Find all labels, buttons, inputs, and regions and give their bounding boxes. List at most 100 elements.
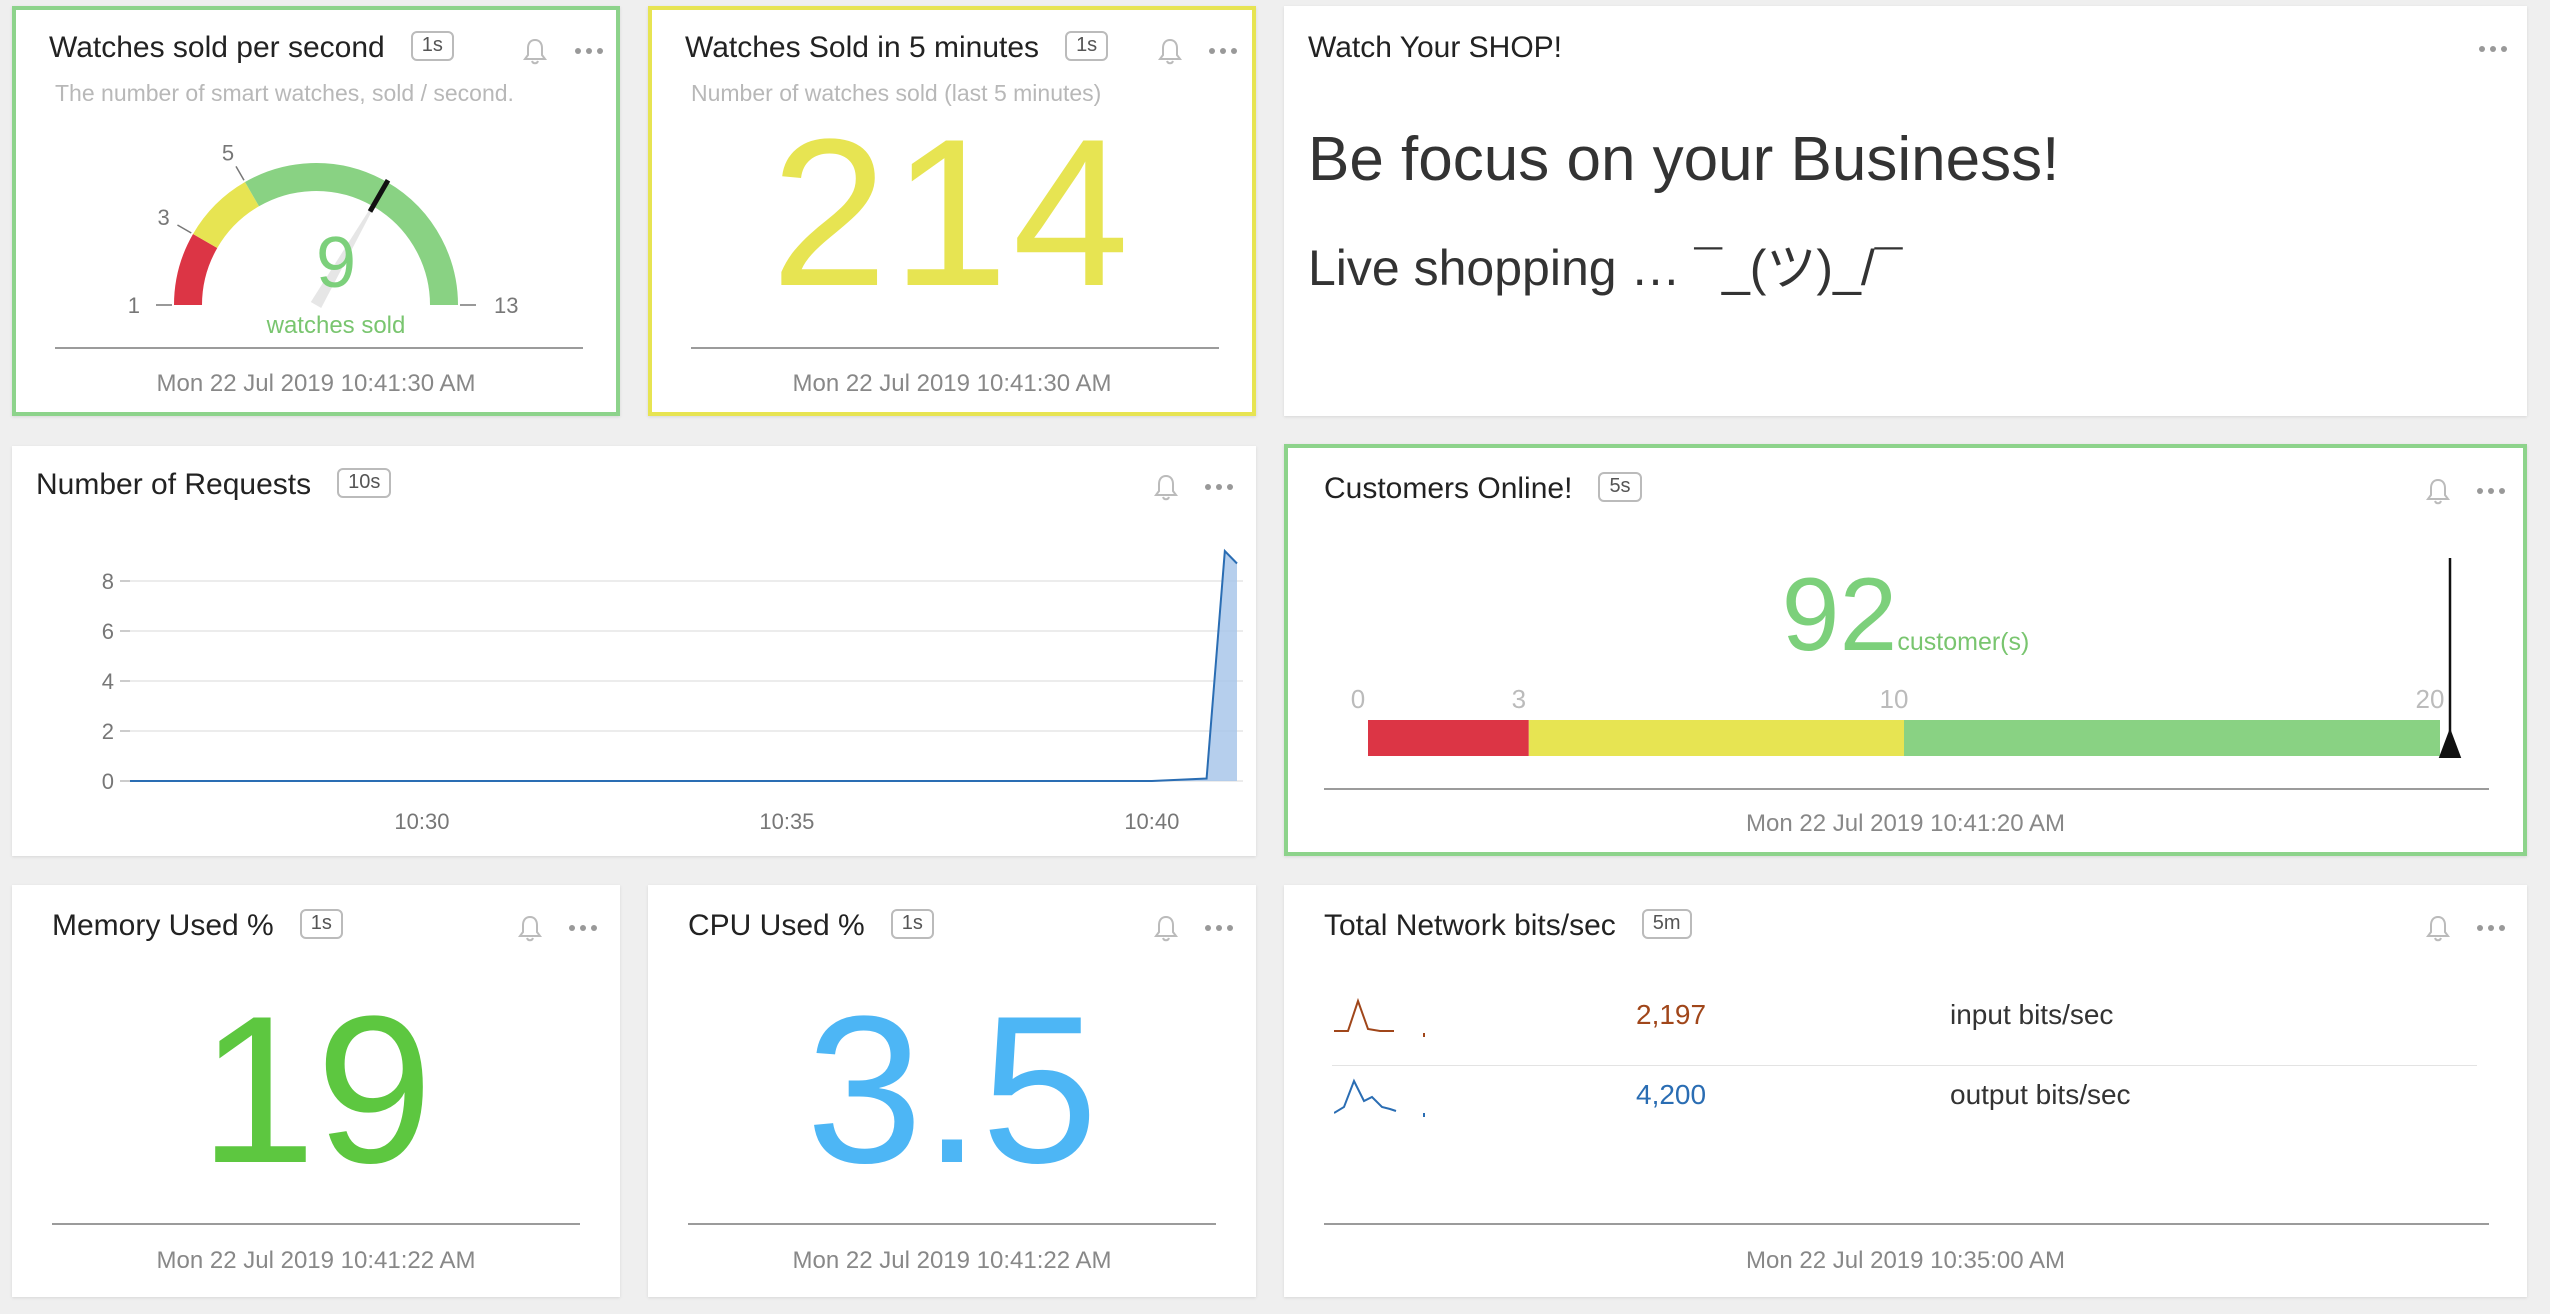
last-updated: Mon 22 Jul 2019 10:35:00 AM: [1746, 1247, 2065, 1274]
y-tick-label-1: 2: [102, 719, 114, 744]
tile-title: Customers Online! 5s: [1324, 472, 1642, 506]
tile-title-text: CPU Used %: [688, 909, 865, 942]
y-tick-label-4: 8: [102, 569, 114, 594]
tile-title-text: Total Network bits/sec: [1324, 909, 1616, 942]
tile-memory-used: Memory Used % 1s 19 Mon 22 Jul 2019 10:41…: [12, 885, 620, 1297]
gauge-unit: watches sold: [266, 312, 406, 339]
last-updated: Mon 22 Jul 2019 10:41:20 AM: [1746, 810, 2065, 837]
bullet-band-2: [1904, 720, 2440, 756]
last-updated: Mon 22 Jul 2019 10:41:30 AM: [156, 370, 476, 397]
bell-icon[interactable]: [1152, 913, 1180, 943]
tile-title: Total Network bits/sec 5m: [1324, 909, 1692, 943]
tile-title: CPU Used % 1s: [688, 909, 934, 943]
tile-title-text: Watches Sold in 5 minutes: [685, 31, 1040, 64]
network-row-input: 2,197 input bits/sec: [1324, 993, 2484, 1057]
more-options-icon[interactable]: [572, 36, 606, 66]
bullet-marker: [2438, 558, 2462, 758]
sold-value: 214: [770, 95, 1134, 330]
y-tick-label-3: 6: [102, 619, 114, 644]
bullet-scale-labels: 0 3 10 20: [1351, 684, 2445, 714]
chart-x-ticks: 10:30 10:35 10:40: [394, 809, 1179, 834]
bullet-scale-label-0: 0: [1351, 684, 1365, 714]
shop-headline: Be focus on your Business!: [1308, 125, 2060, 194]
tile-title: Watches Sold in 5 minutes 1s: [685, 31, 1109, 65]
shop-subline: Live shopping … ¯_(ツ)_/¯: [1308, 240, 1903, 296]
input-value: 2,197: [1636, 999, 1707, 1030]
bell-icon[interactable]: [2424, 476, 2452, 506]
y-tick-label-2: 4: [102, 669, 114, 694]
bullet-bands: [1368, 720, 2440, 756]
x-tick-label-2: 10:40: [1124, 809, 1179, 834]
tile-title: Watch Your SHOP!: [1308, 31, 1563, 64]
refresh-badge: 1s: [299, 909, 343, 940]
more-options-icon[interactable]: [566, 913, 600, 943]
refresh-badge: 1s: [890, 909, 934, 940]
footer-divider: [52, 1223, 580, 1225]
last-updated: Mon 22 Jul 2019 10:41:22 AM: [792, 1247, 1112, 1274]
bullet-scale-label-3: 20: [2416, 684, 2445, 714]
memory-value: 19: [199, 972, 433, 1207]
tile-cpu-used: CPU Used % 1s 3.5 Mon 22 Jul 2019 10:41:2…: [648, 885, 1256, 1297]
refresh-badge: 10s: [337, 468, 392, 499]
more-options-icon[interactable]: [2476, 34, 2510, 64]
gauge-tick-label-2: 5: [222, 141, 234, 166]
input-label: input bits/sec: [1950, 999, 2114, 1030]
tile-watches-5-minutes: Watches Sold in 5 minutes 1s Number of wa…: [648, 6, 1256, 416]
network-row-divider: [1332, 1065, 2477, 1066]
bell-icon[interactable]: [521, 36, 549, 66]
bell-icon[interactable]: [2424, 913, 2452, 943]
tile-title: Memory Used % 1s: [52, 909, 343, 943]
tile-number-of-requests: Number of Requests 10s 02468 10:30 10:35 10…: [12, 446, 1256, 856]
chart-y-ticks: 0 2 4 6 8: [102, 569, 130, 794]
input-sparkline: [1334, 997, 1425, 1037]
gauge-value: 9: [315, 223, 357, 303]
requests-chart: 0 2 4 6 8 10:30 10:35 10:40: [102, 548, 1243, 834]
gauge-tick-1: [177, 224, 192, 234]
bell-icon[interactable]: [516, 913, 544, 943]
refresh-badge: 5s: [1598, 472, 1642, 503]
more-options-icon[interactable]: [1202, 472, 1236, 502]
bullet-band-1: [1528, 720, 1904, 756]
bullet-scale-label-1: 3: [1512, 684, 1526, 714]
footer-divider: [1324, 788, 2489, 790]
tile-watch-your-shop: Watch Your SHOP! Be focus on your Busine…: [1284, 6, 2527, 416]
gauge-tick-label-0: 1: [128, 293, 140, 318]
output-value: 4,200: [1636, 1079, 1707, 1110]
gauge-tick-2: [235, 166, 245, 181]
x-tick-label-0: 10:30: [394, 809, 449, 834]
tile-title-text: Number of Requests: [36, 468, 312, 501]
tile-customers-online: Customers Online! 5s 92customer(s) 0 3 10 20…: [1284, 444, 2527, 856]
tile-title-text: Watches sold per second: [49, 31, 385, 64]
gauge-band-1: [193, 182, 260, 249]
refresh-badge: 1s: [410, 31, 454, 62]
y-tick-label-0: 0: [102, 769, 114, 794]
more-options-icon[interactable]: [2474, 913, 2508, 943]
cpu-value: 3.5: [806, 972, 1098, 1207]
last-updated: Mon 22 Jul 2019 10:41:22 AM: [156, 1247, 476, 1274]
bullet-scale-label-2: 10: [1880, 684, 1909, 714]
more-options-icon[interactable]: [1202, 913, 1236, 943]
bell-icon[interactable]: [1152, 472, 1180, 502]
footer-divider: [55, 347, 583, 349]
chart-grid: [130, 580, 1243, 782]
tile-title-text: Customers Online!: [1324, 472, 1573, 505]
more-options-icon[interactable]: [1206, 36, 1240, 66]
network-row-output: 4,200 output bits/sec: [1324, 1073, 2484, 1137]
footer-divider: [691, 347, 1219, 349]
refresh-badge: 5m: [1641, 909, 1692, 940]
bullet-gauge: 0 3 10 20: [1351, 558, 2462, 758]
x-tick-label-1: 10:35: [759, 809, 814, 834]
series-line: [130, 548, 1238, 782]
last-updated: Mon 22 Jul 2019 10:41:30 AM: [792, 370, 1112, 397]
footer-divider: [688, 1223, 1216, 1225]
more-options-icon[interactable]: [2474, 476, 2508, 506]
output-sparkline: [1334, 1078, 1425, 1117]
tile-title: Number of Requests 10s: [36, 468, 392, 502]
bell-icon[interactable]: [1156, 36, 1184, 66]
series-area: [130, 551, 1237, 781]
tile-total-network: Total Network bits/sec 5m 2,197 input bit…: [1284, 885, 2527, 1297]
gauge-band-0: [174, 234, 218, 306]
refresh-badge: 1s: [1065, 31, 1109, 62]
tile-title-text: Memory Used %: [52, 909, 274, 942]
chart-series: [130, 548, 1238, 782]
